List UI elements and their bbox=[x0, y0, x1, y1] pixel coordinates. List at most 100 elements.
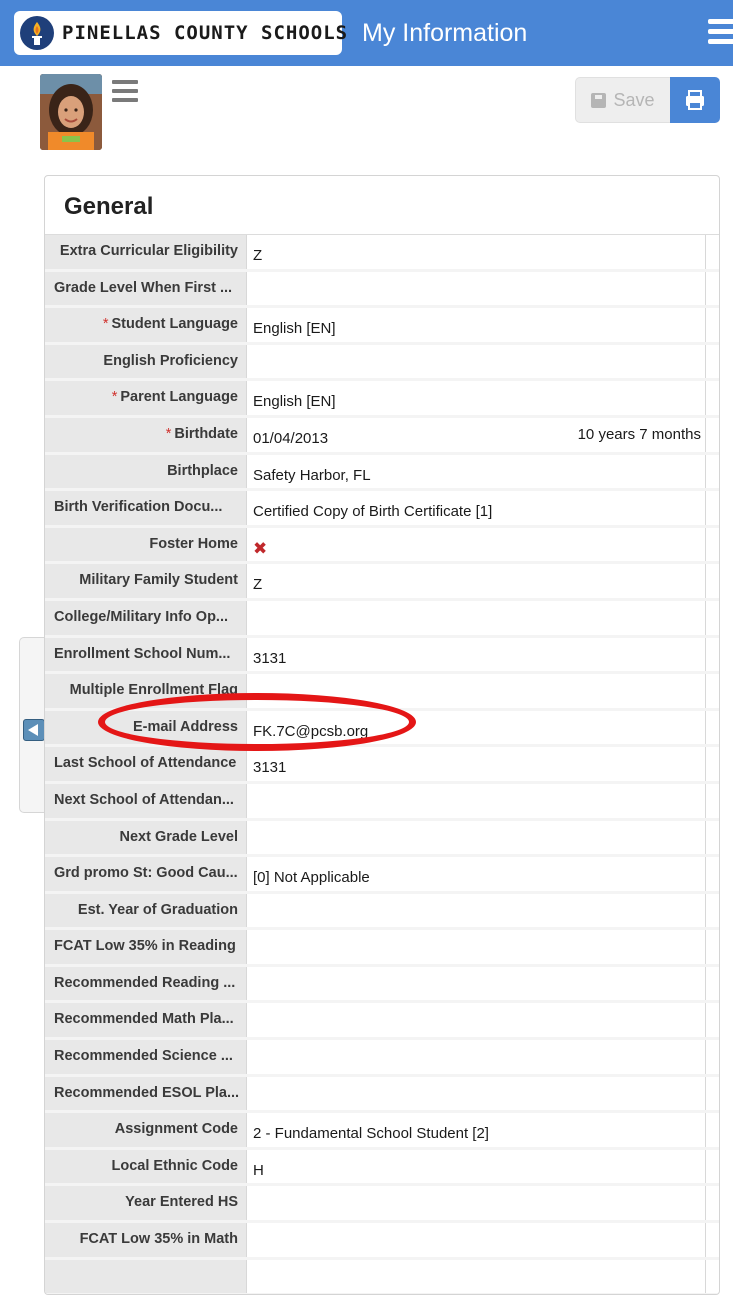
field-label: Recommended ESOL Pla... bbox=[45, 1076, 247, 1111]
field-row: English Proficiency bbox=[45, 344, 719, 382]
field-label: Last School of Attendance bbox=[45, 747, 247, 781]
field-value[interactable] bbox=[247, 674, 706, 708]
field-value[interactable]: Certified Copy of Birth Certificate [1] bbox=[247, 491, 706, 525]
field-value-text: 2 - Fundamental School Student [2] bbox=[253, 1125, 489, 1143]
field-row: College/Military Info Op... bbox=[45, 600, 719, 638]
field-label-text: Recommended Math Pla... bbox=[54, 1011, 234, 1028]
arrow-left-icon[interactable] bbox=[23, 719, 45, 741]
field-value[interactable] bbox=[247, 271, 706, 306]
field-value[interactable] bbox=[247, 600, 706, 635]
field-label: * Student Language bbox=[45, 308, 247, 342]
field-row: Last School of Attendance 3131 bbox=[45, 747, 719, 784]
field-label-text: Birthdate bbox=[174, 425, 238, 442]
field-value[interactable]: 3131 bbox=[247, 747, 706, 781]
field-value[interactable] bbox=[247, 966, 706, 1001]
field-value[interactable]: H bbox=[247, 1149, 706, 1184]
general-panel: General Extra Curricular Eligibility Z Gra… bbox=[44, 175, 720, 1295]
field-value-text: Safety Harbor, FL bbox=[253, 466, 371, 484]
page-title: My Information bbox=[362, 19, 528, 47]
side-panel-toggle[interactable] bbox=[19, 637, 45, 813]
field-value-text: FK.7C@pcsb.org bbox=[253, 722, 369, 740]
field-label: * Parent Language bbox=[45, 381, 247, 415]
field-value[interactable]: English [EN] bbox=[247, 381, 706, 415]
field-label: Grd promo St: Good Cau... bbox=[45, 857, 247, 891]
field-value-text: Certified Copy of Birth Certificate [1] bbox=[253, 503, 493, 521]
field-value[interactable]: Z bbox=[247, 564, 706, 598]
field-label: Local Ethnic Code bbox=[45, 1149, 247, 1184]
field-value[interactable]: ✖ bbox=[247, 527, 706, 562]
torch-emblem-icon bbox=[20, 16, 54, 50]
field-value-text: English [EN] bbox=[253, 393, 336, 411]
field-value[interactable]: 3131 bbox=[247, 637, 706, 672]
field-row: Grd promo St: Good Cau... [0] Not Applica… bbox=[45, 857, 719, 894]
field-label: Next School of Attendan... bbox=[45, 783, 247, 818]
field-value[interactable] bbox=[247, 820, 706, 855]
field-row: Extra Curricular Eligibility Z bbox=[45, 235, 719, 272]
field-label-text: Next School of Attendan... bbox=[54, 791, 234, 808]
print-button[interactable] bbox=[670, 77, 720, 123]
field-row: Next Grade Level bbox=[45, 820, 719, 858]
field-label-text: Assignment Code bbox=[114, 1121, 238, 1138]
field-label: Multiple Enrollment Flag bbox=[45, 674, 247, 708]
student-menu-icon[interactable] bbox=[112, 80, 138, 104]
field-value[interactable]: Z bbox=[247, 235, 706, 269]
field-label: Recommended Math Pla... bbox=[45, 1003, 247, 1038]
save-button[interactable]: Save bbox=[575, 77, 670, 123]
field-value[interactable] bbox=[247, 344, 706, 379]
hamburger-menu-icon[interactable] bbox=[708, 19, 733, 49]
field-value-text: 01/04/2013 bbox=[253, 429, 329, 447]
field-value[interactable]: [0] Not Applicable bbox=[247, 857, 706, 891]
field-label: Assignment Code bbox=[45, 1113, 247, 1147]
field-label: Foster Home bbox=[45, 527, 247, 562]
field-label-text: Enrollment School Num... bbox=[54, 645, 231, 662]
field-value-text: Z bbox=[253, 576, 263, 594]
field-value[interactable] bbox=[247, 1259, 706, 1294]
field-label: Birthplace bbox=[45, 454, 247, 489]
field-value[interactable] bbox=[247, 1076, 706, 1111]
field-row: Foster Home ✖ bbox=[45, 527, 719, 565]
district-logo[interactable]: PINELLAS COUNTY SCHOOLS bbox=[14, 11, 347, 55]
field-value[interactable] bbox=[247, 1223, 706, 1257]
field-value[interactable] bbox=[247, 1040, 706, 1074]
field-list: Extra Curricular Eligibility Z Grade Level… bbox=[45, 235, 719, 1294]
field-row: FCAT Low 35% in Reading bbox=[45, 930, 719, 967]
field-value[interactable]: English [EN] bbox=[247, 308, 706, 342]
field-row: Assignment Code 2 - Fundamental School St… bbox=[45, 1113, 719, 1150]
field-value[interactable] bbox=[247, 1186, 706, 1221]
field-label-text: FCAT Low 35% in Math bbox=[79, 1231, 238, 1248]
field-value[interactable] bbox=[247, 783, 706, 818]
field-label-text: Est. Year of Graduation bbox=[77, 901, 238, 918]
field-row: Next School of Attendan... bbox=[45, 783, 719, 821]
field-label: Next Grade Level bbox=[45, 820, 247, 855]
field-value[interactable]: Safety Harbor, FL bbox=[247, 454, 706, 489]
field-label-text: Military Family Student bbox=[79, 572, 238, 589]
required-asterisk: * bbox=[111, 389, 118, 406]
field-row: Multiple Enrollment Flag bbox=[45, 674, 719, 711]
field-value[interactable]: 2 - Fundamental School Student [2] bbox=[247, 1113, 706, 1147]
field-value[interactable]: FK.7C@pcsb.org bbox=[247, 710, 706, 745]
logo-text: PINELLAS COUNTY SCHOOLS bbox=[62, 22, 349, 44]
field-label: E-mail Address bbox=[45, 710, 247, 745]
field-value[interactable] bbox=[247, 1003, 706, 1038]
floppy-disk-icon bbox=[591, 93, 607, 108]
field-row: Recommended ESOL Pla... bbox=[45, 1076, 719, 1114]
field-label: Recommended Science ... bbox=[45, 1040, 247, 1074]
field-row: Enrollment School Num... 3131 bbox=[45, 637, 719, 675]
field-label: Enrollment School Num... bbox=[45, 637, 247, 672]
field-label-text: Next Grade Level bbox=[119, 828, 238, 845]
field-row: FCAT Low 35% in Math bbox=[45, 1223, 719, 1260]
field-row: Recommended Science ... bbox=[45, 1040, 719, 1077]
student-photo bbox=[40, 74, 102, 150]
field-row: Birth Verification Docu... Certified Copy… bbox=[45, 491, 719, 528]
field-value[interactable] bbox=[247, 893, 706, 928]
field-label-text: Grd promo St: Good Cau... bbox=[54, 865, 238, 882]
field-label-text: E-mail Address bbox=[132, 718, 238, 735]
field-row: Birthplace Safety Harbor, FL bbox=[45, 454, 719, 492]
field-row: * Birthdate 01/04/2013 10 years 7 months bbox=[45, 417, 719, 455]
field-label-text: Year Entered HS bbox=[125, 1194, 238, 1211]
field-value[interactable] bbox=[247, 930, 706, 964]
field-label-text: Local Ethnic Code bbox=[111, 1157, 239, 1174]
field-label: FCAT Low 35% in Reading bbox=[45, 930, 247, 964]
field-label: Grade Level When First ... bbox=[45, 271, 247, 306]
field-value[interactable]: 01/04/2013 10 years 7 months bbox=[247, 417, 706, 452]
